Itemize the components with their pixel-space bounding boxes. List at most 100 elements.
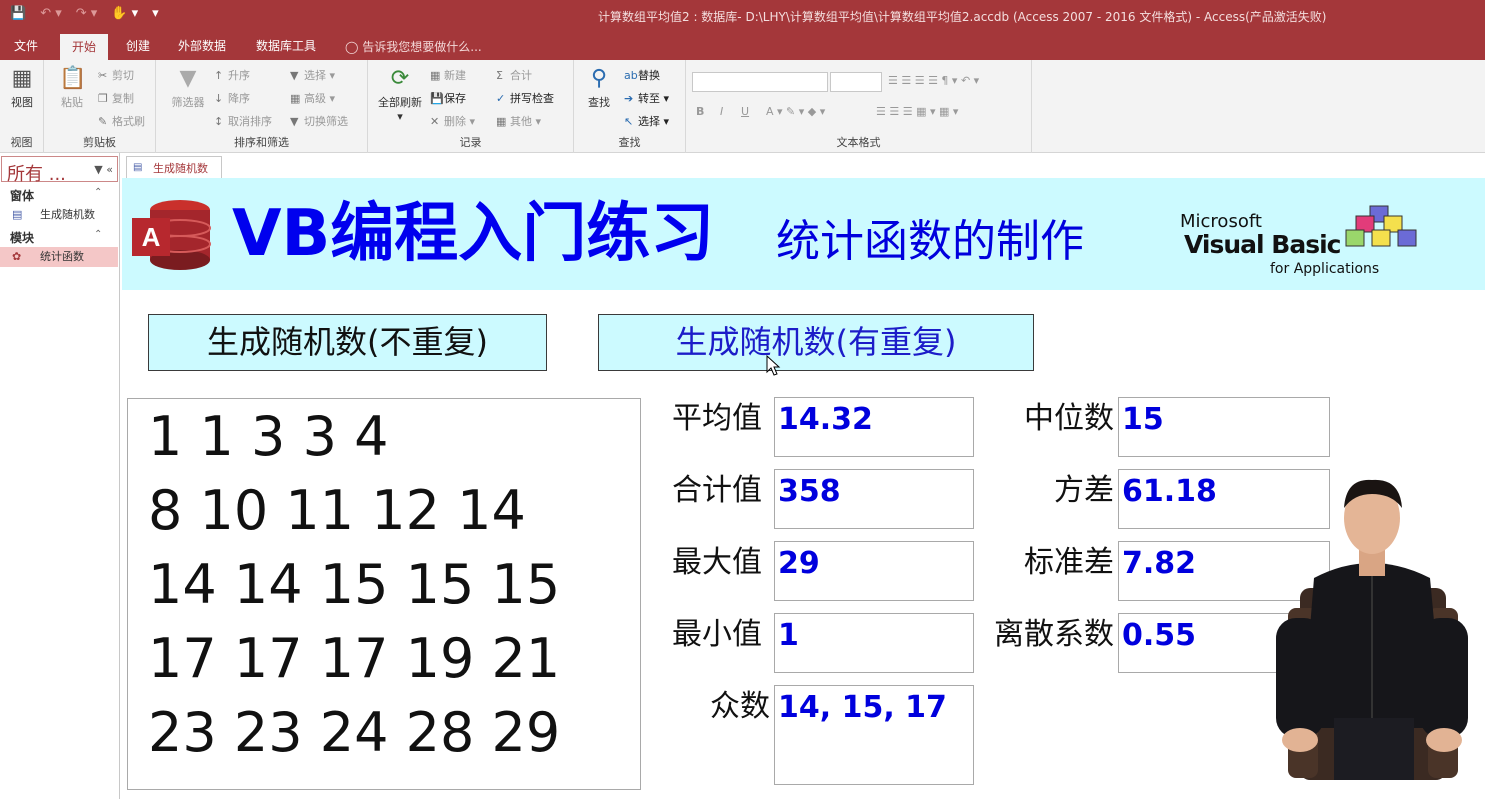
group-sort-filter: ▼ 筛选器 ↑ 升序 ↓ 降序 ↕ 取消排序 ▼ 选择 ▾ ▦ 高级 ▾ ▼ 切换筛选 排序和… bbox=[156, 60, 368, 153]
totals-label: 合计 bbox=[510, 69, 532, 82]
value-stddev: 7.82 bbox=[1122, 546, 1197, 581]
list-bullets-icon[interactable]: ☰ ☰ ☰ ☰ ¶ ▾ ↶ ▾ bbox=[888, 74, 979, 87]
nav-section-forms[interactable]: 窗体 ⌃ bbox=[10, 187, 102, 204]
cut-button[interactable]: ✂ 剪切 bbox=[98, 67, 134, 83]
nav-title: 所有 ... bbox=[7, 164, 66, 185]
presenter-image bbox=[1276, 479, 1468, 780]
nav-dropdown-icon[interactable]: ▼ bbox=[94, 163, 102, 176]
nav-section-modules[interactable]: 模块 ⌃ bbox=[10, 229, 102, 246]
format-painter-button[interactable]: ✎ 格式刷 bbox=[98, 113, 145, 129]
select-button[interactable]: ↖ 选择 ▾ bbox=[624, 113, 669, 129]
svg-text:A: A bbox=[142, 222, 161, 252]
clear-sort-button[interactable]: ↕ 取消排序 bbox=[214, 113, 272, 129]
window-title: 计算数组平均值2 : 数据库- D:\LHY\计算数组平均值\计算数组平均值2.… bbox=[598, 10, 1327, 24]
nav-collapse-icon[interactable]: « bbox=[106, 163, 113, 176]
document-tab[interactable]: ▤ 生成随机数 bbox=[126, 156, 222, 178]
refresh-all-button[interactable]: ⟳ 全部刷新 ▾ bbox=[372, 66, 428, 123]
selection-label: 选择 bbox=[304, 69, 326, 82]
filter-label: 筛选器 bbox=[171, 96, 205, 109]
more-button[interactable]: ▦ 其他 ▾ bbox=[496, 113, 541, 129]
clear-sort-label: 取消排序 bbox=[228, 115, 272, 128]
selection-button[interactable]: ▼ 选择 ▾ bbox=[290, 67, 335, 83]
save-icon[interactable]: 💾 bbox=[10, 6, 26, 21]
funnel-icon: ▼ bbox=[179, 66, 197, 91]
form-icon: ▤ bbox=[133, 162, 143, 173]
tab-database-tools[interactable]: 数据库工具 bbox=[256, 37, 316, 54]
spelling-button[interactable]: ✓ 拼写检查 bbox=[496, 90, 554, 106]
vba-logo-line2: Visual Basic bbox=[1184, 230, 1341, 259]
view-label: 视图 bbox=[11, 96, 33, 109]
new-record-button[interactable]: ▦ 新建 bbox=[430, 67, 466, 83]
label-sum: 合计值 bbox=[672, 473, 762, 508]
label-stddev: 标准差 bbox=[1024, 545, 1114, 580]
sort-descending-button[interactable]: ↓ 降序 bbox=[214, 90, 250, 106]
save-record-icon: 💾 bbox=[430, 92, 444, 105]
tab-external-data[interactable]: 外部数据 bbox=[178, 37, 226, 54]
label-cv: 离散系数 bbox=[994, 617, 1114, 652]
tab-create[interactable]: 创建 bbox=[126, 37, 150, 54]
tab-file[interactable]: 文件 bbox=[14, 37, 38, 54]
nav-header[interactable]: 所有 ... ▼ « bbox=[1, 156, 118, 185]
align-icon[interactable]: ☰ ☰ ☰ ▦ ▾ ▦ ▾ bbox=[876, 105, 958, 118]
paste-button[interactable]: 📋 粘贴 bbox=[54, 66, 90, 110]
totals-button[interactable]: Σ 合计 bbox=[496, 67, 532, 83]
advanced-button[interactable]: ▦ 高级 ▾ bbox=[290, 90, 335, 106]
tab-home[interactable]: 开始 bbox=[60, 34, 109, 60]
advanced-filter-icon: ▦ bbox=[290, 92, 301, 105]
group-label-records: 记录 bbox=[459, 136, 482, 149]
label-min: 最小值 bbox=[672, 617, 762, 652]
more-icon: ▦ bbox=[496, 115, 507, 128]
paste-label: 粘贴 bbox=[61, 96, 83, 109]
label-variance: 方差 bbox=[1054, 473, 1114, 508]
group-label-find: 查找 bbox=[618, 136, 641, 149]
refresh-label: 全部刷新 bbox=[378, 96, 422, 109]
font-color-icon[interactable]: A ▾ ✎ ▾ ◆ ▾ bbox=[766, 105, 825, 118]
copy-button[interactable]: ❐ 复制 bbox=[98, 90, 134, 106]
filter-button[interactable]: ▼ 筛选器 bbox=[168, 66, 208, 110]
replace-button[interactable]: ab替换 bbox=[624, 67, 660, 83]
random-numbers-box: 1 1 3 3 4 8 10 11 12 14 14 14 15 15 15 1… bbox=[127, 398, 641, 790]
undo-icon[interactable]: ↶ ▾ bbox=[40, 6, 62, 21]
toggle-filter-button[interactable]: ▼ 切换筛选 bbox=[290, 113, 348, 129]
value-min: 1 bbox=[778, 618, 799, 653]
lightbulb-icon: ◯ bbox=[345, 40, 359, 54]
copy-label: 复制 bbox=[112, 92, 134, 105]
group-label-sort-filter: 排序和筛选 bbox=[234, 136, 289, 149]
bold-icon[interactable]: B bbox=[696, 105, 704, 118]
field-min: 1 bbox=[774, 613, 974, 673]
brush-icon: ✎ bbox=[98, 115, 108, 128]
number-line: 8 10 11 12 14 bbox=[148, 479, 526, 542]
nav-item-label: 生成随机数 bbox=[40, 208, 95, 221]
new-record-label: 新建 bbox=[444, 69, 466, 82]
font-name-combo[interactable] bbox=[692, 72, 828, 92]
replace-icon: ab bbox=[624, 69, 638, 82]
form-title: VB编程入门练习 bbox=[232, 197, 715, 271]
nav-item-label: 统计函数 bbox=[40, 250, 84, 263]
field-median: 15 bbox=[1118, 397, 1330, 457]
touch-mode-icon[interactable]: ✋ ▾ bbox=[111, 6, 138, 21]
generate-repeat-button[interactable]: 生成随机数(有重复) bbox=[598, 314, 1034, 371]
delete-record-button[interactable]: ✕ 删除 ▾ bbox=[430, 113, 475, 129]
customize-qat-icon[interactable]: ▾ bbox=[152, 6, 159, 21]
form-icon: ▤ bbox=[12, 208, 23, 221]
goto-button[interactable]: ➔ 转至 ▾ bbox=[624, 90, 669, 106]
sort-ascending-button[interactable]: ↑ 升序 bbox=[214, 67, 250, 83]
nav-item-form[interactable]: ▤ 生成随机数 bbox=[0, 205, 118, 225]
font-size-combo[interactable] bbox=[830, 72, 882, 92]
italic-icon[interactable]: I bbox=[720, 105, 723, 118]
new-record-icon: ▦ bbox=[430, 69, 441, 82]
ribbon: ▦ 视图 视图 📋 粘贴 ✂ 剪切 ❐ 复制 ✎ 格式刷 剪贴板 ▼ 筛选器 ↑ 升序 ↓ 降序… bbox=[0, 60, 1485, 153]
number-line: 1 1 3 3 4 bbox=[148, 405, 389, 468]
label-median: 中位数 bbox=[1024, 401, 1114, 436]
underline-icon[interactable]: U bbox=[741, 105, 749, 118]
nav-item-module[interactable]: ✿ 统计函数 bbox=[0, 247, 118, 267]
view-button[interactable]: ▦ 视图 bbox=[6, 66, 38, 110]
tell-me-search[interactable]: ◯ 告诉我您想要做什么... bbox=[345, 38, 482, 55]
clear-sort-icon: ↕ bbox=[214, 115, 224, 128]
save-record-button[interactable]: 💾保存 bbox=[430, 90, 466, 106]
generate-unique-button[interactable]: 生成随机数(不重复) bbox=[148, 314, 547, 371]
redo-icon[interactable]: ↷ ▾ bbox=[76, 6, 98, 21]
pointer-icon: ↖ bbox=[624, 115, 634, 128]
find-button[interactable]: ⚲ 查找 bbox=[582, 66, 616, 110]
find-label: 查找 bbox=[588, 96, 610, 109]
